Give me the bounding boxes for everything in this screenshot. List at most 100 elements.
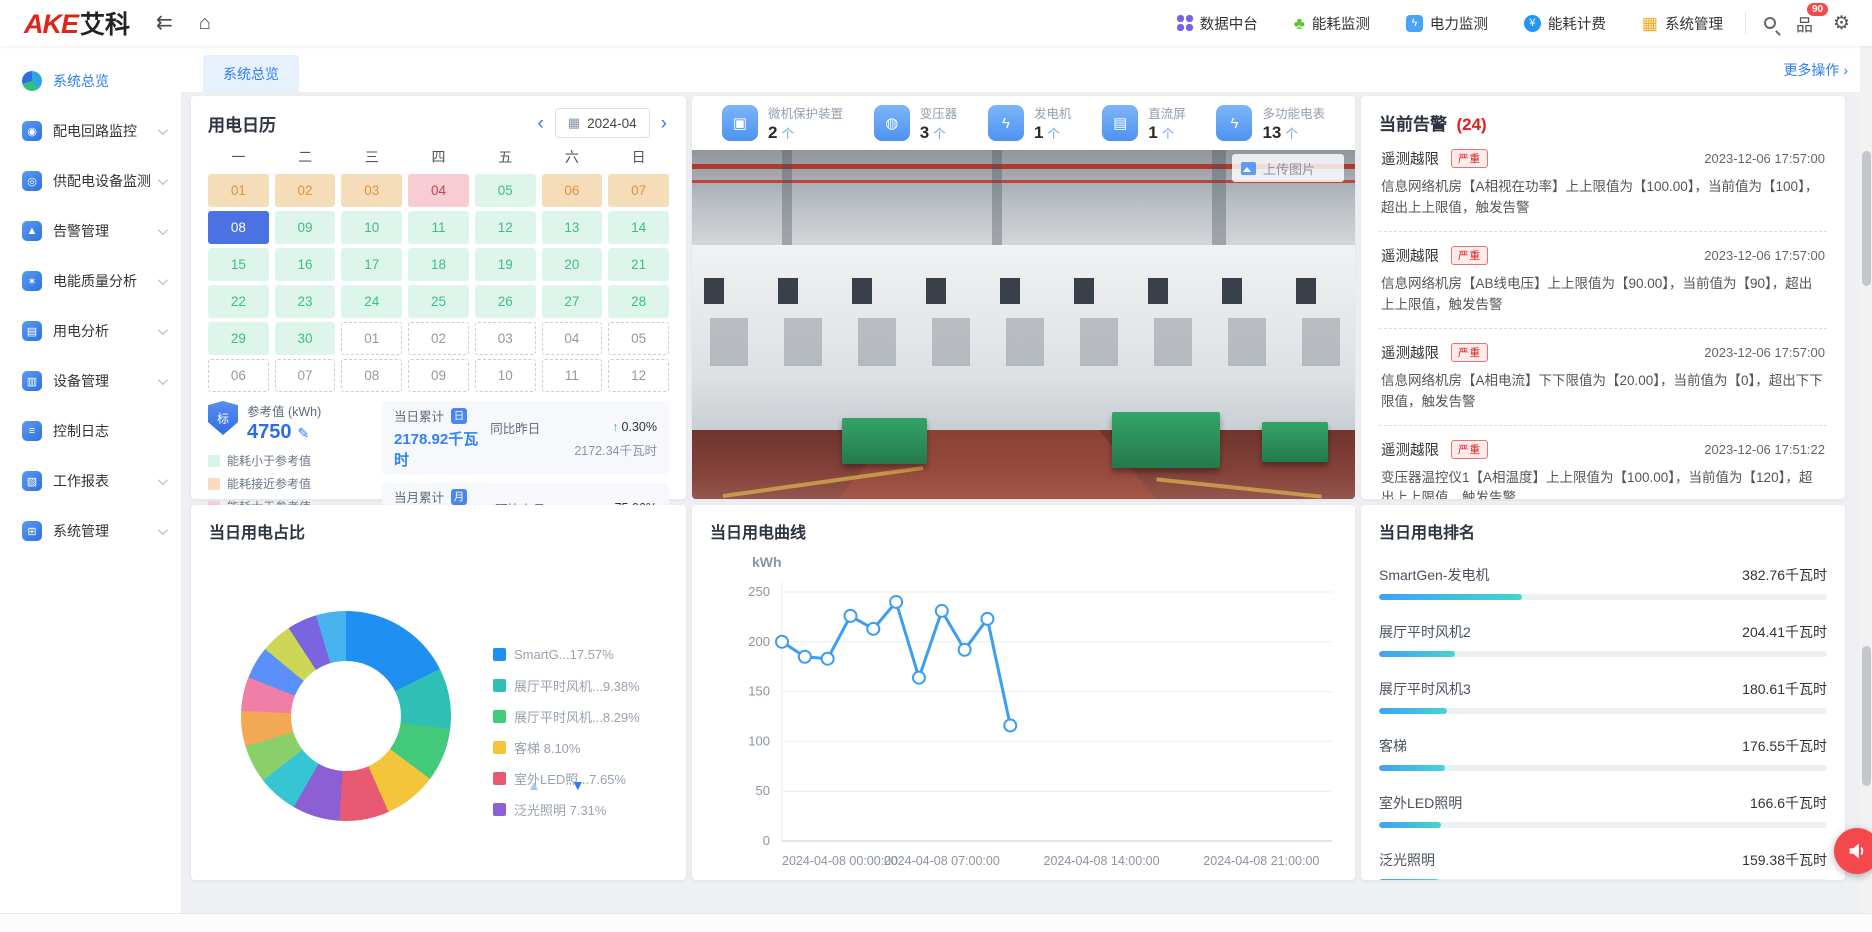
pie-legend-item[interactable]: SmartG...17.57%: [493, 639, 640, 670]
prev-month-icon[interactable]: ‹: [536, 114, 546, 133]
calendar-day[interactable]: 17: [341, 248, 402, 281]
collapse-sidebar-icon[interactable]: ⇇: [156, 13, 173, 33]
sidebar-item-6[interactable]: ▥设备管理: [0, 356, 181, 406]
calendar-day[interactable]: 05: [608, 322, 669, 355]
scrollbar-thumb-upper[interactable]: [1862, 151, 1871, 286]
sidebar-item-5[interactable]: ▤用电分析: [0, 306, 181, 356]
sidebar-item-7[interactable]: ≡控制日志: [0, 406, 181, 456]
nav-item-3[interactable]: ¥能耗计费: [1524, 13, 1606, 34]
calendar-day[interactable]: 07: [275, 359, 336, 392]
brand-logo[interactable]: AKE 艾科: [24, 5, 130, 41]
calendar-day[interactable]: 01: [341, 322, 402, 355]
alarm-item-1[interactable]: 遥测越限严重2023-12-06 17:57:00信息网络机房【AB线电压】上上…: [1379, 232, 1827, 329]
calendar-day[interactable]: 08: [341, 359, 402, 392]
scrollbar-thumb-lower[interactable]: [1862, 646, 1871, 786]
pie-legend-item[interactable]: 客梯 8.10%: [493, 732, 640, 763]
alarm-item-0[interactable]: 遥测越限严重2023-12-06 17:57:00信息网络机房【A相视在功率】上…: [1379, 135, 1827, 232]
calendar-day[interactable]: 06: [542, 174, 603, 207]
calendar-day[interactable]: 16: [275, 248, 336, 281]
sidebar-item-4[interactable]: ✶电能质量分析: [0, 256, 181, 306]
calendar-day[interactable]: 29: [208, 322, 269, 355]
gear-icon[interactable]: ⚙: [1833, 12, 1850, 35]
sidebar-item-1[interactable]: ◉配电回路监控: [0, 106, 181, 156]
calendar-day[interactable]: 27: [542, 285, 603, 318]
calendar-day[interactable]: 06: [208, 359, 269, 392]
chevron-down-icon: [158, 525, 168, 535]
calendar-day[interactable]: 14: [608, 211, 669, 244]
calendar-day[interactable]: 05: [475, 174, 536, 207]
tab-system-overview[interactable]: 系统总览: [203, 55, 299, 92]
calendar-day[interactable]: 04: [408, 174, 469, 207]
alarm-item-2[interactable]: 遥测越限严重2023-12-06 17:57:00信息网络机房【A相电流】下下限…: [1379, 329, 1827, 426]
reference-shield-icon: 标: [208, 401, 238, 435]
calendar-day[interactable]: 01: [208, 174, 269, 207]
calendar-day[interactable]: 28: [608, 285, 669, 318]
calendar-day[interactable]: 10: [341, 211, 402, 244]
calendar-day[interactable]: 20: [542, 248, 603, 281]
svg-text:200: 200: [748, 634, 770, 649]
calendar-day[interactable]: 04: [542, 322, 603, 355]
sidebar-item-3[interactable]: ▲告警管理: [0, 206, 181, 256]
sidebar-item-2[interactable]: ◎供配电设备监测: [0, 156, 181, 206]
nav-item-2[interactable]: ϟ电力监测: [1406, 13, 1488, 34]
calendar-day[interactable]: 02: [408, 322, 469, 355]
calendar-day[interactable]: 08: [208, 211, 269, 244]
alarm-item-3[interactable]: 遥测越限严重2023-12-06 17:51:22变压器温控仪1【A相温度】上上…: [1379, 426, 1827, 499]
pie-legend-swatch: [493, 710, 506, 723]
calendar-day[interactable]: 19: [475, 248, 536, 281]
sidebar-item-9[interactable]: ⊞系统管理: [0, 506, 181, 556]
more-actions-link[interactable]: 更多操作 ›: [1783, 60, 1848, 80]
pie-legend-item[interactable]: 泛光照明 7.31%: [493, 794, 640, 825]
calendar-day[interactable]: 30: [275, 322, 336, 355]
calendar-day[interactable]: 07: [608, 174, 669, 207]
calendar-day[interactable]: 02: [275, 174, 336, 207]
nav-item-1[interactable]: ♣能耗监测: [1294, 13, 1370, 34]
calendar-day[interactable]: 12: [475, 211, 536, 244]
yoy-percent: 0.30%: [622, 420, 657, 434]
month-picker[interactable]: ▦ 2024-04: [555, 108, 650, 138]
sidebar-item-label: 配电回路监控: [53, 121, 137, 141]
month-tag-icon: 月: [451, 489, 467, 505]
calendar-day[interactable]: 24: [341, 285, 402, 318]
ranking-list: SmartGen-发电机382.76千瓦时展厅平时风机2204.41千瓦时展厅平…: [1379, 565, 1827, 880]
alarm-broadcast-fab[interactable]: [1834, 828, 1872, 874]
calendar-day[interactable]: 23: [275, 285, 336, 318]
pie-legend-item[interactable]: 展厅平时风机...8.29%: [493, 701, 640, 732]
sidebar-item-icon-3: ▲: [22, 221, 42, 241]
calendar-day[interactable]: 21: [608, 248, 669, 281]
app-grid-icon[interactable]: 品 90: [1796, 11, 1813, 36]
page-scrollbar[interactable]: [1860, 46, 1872, 913]
calendar-day[interactable]: 09: [275, 211, 336, 244]
ranking-title: 当日用电排名: [1379, 519, 1827, 543]
calendar-day[interactable]: 10: [475, 359, 536, 392]
home-icon[interactable]: ⌂: [199, 13, 211, 33]
edit-reference-icon[interactable]: ✎: [298, 425, 310, 441]
nav-item-0[interactable]: 数据中台: [1177, 13, 1258, 34]
calendar-day[interactable]: 09: [408, 359, 469, 392]
ranking-bar-fill: [1379, 822, 1441, 828]
calendar-day[interactable]: 18: [408, 248, 469, 281]
device-count: 2个: [768, 123, 843, 143]
legend-scroll-up-icon[interactable]: ▲: [527, 777, 541, 793]
calendar-day[interactable]: 11: [542, 359, 603, 392]
pie-legend-item[interactable]: 展厅平时风机...9.38%: [493, 670, 640, 701]
calendar-day[interactable]: 03: [475, 322, 536, 355]
calendar-day[interactable]: 26: [475, 285, 536, 318]
ranking-name: SmartGen-发电机: [1379, 565, 1489, 585]
next-month-icon[interactable]: ›: [659, 114, 669, 133]
calendar-day[interactable]: 22: [208, 285, 269, 318]
calendar-day[interactable]: 11: [408, 211, 469, 244]
notification-badge: 90: [1806, 2, 1829, 17]
calendar-day[interactable]: 15: [208, 248, 269, 281]
upload-photo-button[interactable]: 上传图片: [1232, 154, 1344, 182]
calendar-day[interactable]: 12: [608, 359, 669, 392]
calendar-day[interactable]: 03: [341, 174, 402, 207]
nav-item-4[interactable]: ▦系统管理: [1642, 13, 1723, 34]
calendar-day[interactable]: 25: [408, 285, 469, 318]
legend-scroll-down-icon[interactable]: ▼: [571, 777, 585, 793]
calendar-legend-item: 能耗小于参考值: [208, 452, 370, 469]
sidebar-item-0[interactable]: 系统总览: [0, 56, 181, 106]
sidebar-item-8[interactable]: ▧工作报表: [0, 456, 181, 506]
calendar-day[interactable]: 13: [542, 211, 603, 244]
search-icon[interactable]: [1764, 17, 1776, 29]
